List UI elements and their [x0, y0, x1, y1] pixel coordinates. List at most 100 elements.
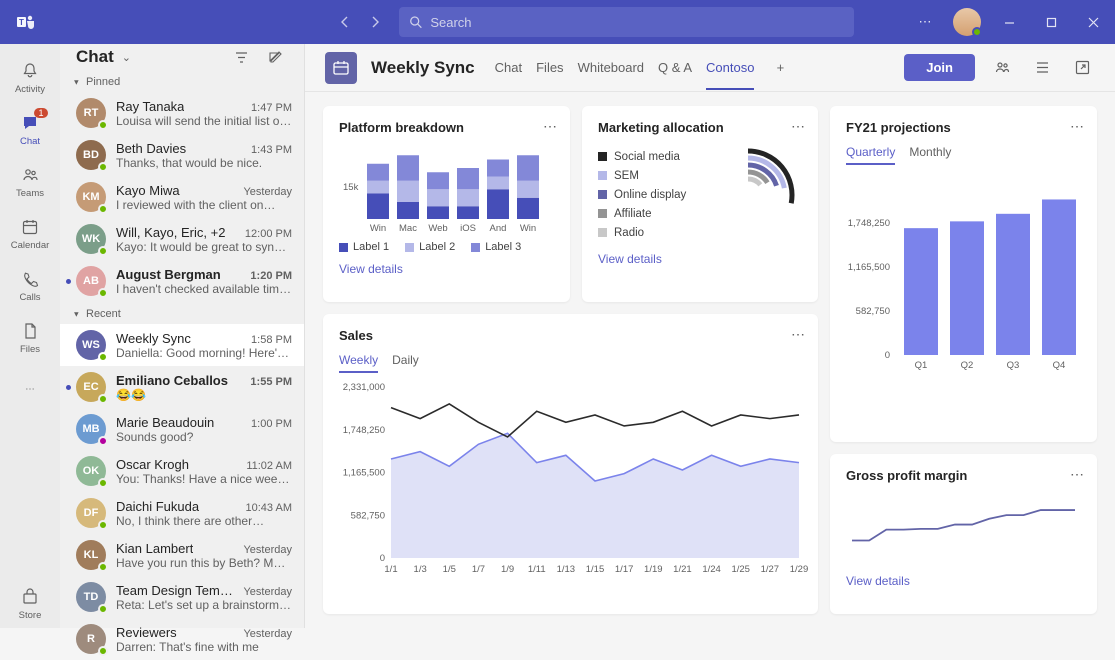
view-details-link[interactable]: View details	[598, 252, 662, 266]
search-input[interactable]	[430, 15, 844, 30]
chat-preview: Reta: Let's set up a brainstorm…	[116, 598, 292, 612]
avatar: R	[76, 624, 106, 654]
legend-item: SEM	[598, 170, 686, 182]
participants-button[interactable]	[989, 55, 1015, 81]
chat-time: 11:02 AM	[246, 460, 292, 472]
chat-time: Yesterday	[243, 628, 292, 640]
maximize-button[interactable]	[1037, 8, 1065, 36]
bell-icon	[19, 60, 41, 82]
section-pinned[interactable]: Pinned	[60, 70, 304, 92]
svg-text:1/15: 1/15	[586, 564, 605, 575]
gross-chart	[846, 493, 1081, 563]
chat-item[interactable]: DF Daichi Fukuda10:43 AM No, I think the…	[60, 492, 304, 534]
rail-files[interactable]: Files	[2, 312, 58, 362]
projections-chart: 0582,7501,165,5001,748,250Q1Q2Q3Q4	[846, 173, 1081, 373]
legend-item: Label 1	[339, 241, 389, 253]
svg-text:582,750: 582,750	[351, 510, 385, 521]
chat-list-header: Chat ⌄	[60, 44, 304, 70]
view-details-link[interactable]: View details	[846, 574, 910, 588]
rail-calendar[interactable]: Calendar	[2, 208, 58, 258]
chat-time: 1:58 PM	[251, 334, 292, 346]
chat-item[interactable]: R ReviewersYesterday Darren: That's fine…	[60, 618, 304, 660]
meeting-details-button[interactable]	[1029, 55, 1055, 81]
view-details-link[interactable]: View details	[339, 262, 403, 276]
tab-whiteboard[interactable]: Whiteboard	[578, 60, 644, 75]
card-more-button[interactable]: ⋯	[543, 118, 558, 135]
global-search[interactable]	[399, 7, 854, 37]
join-button[interactable]: Join	[904, 54, 975, 81]
chat-item[interactable]: KL Kian LambertYesterday Have you run th…	[60, 534, 304, 576]
rail-chat[interactable]: 1 Chat	[2, 104, 58, 154]
add-tab-button[interactable]: +	[768, 56, 792, 80]
tab-monthly[interactable]: Monthly	[909, 145, 951, 165]
chat-item[interactable]: TD Team Design TemplateYesterday Reta: L…	[60, 576, 304, 618]
svg-text:iOS: iOS	[460, 223, 476, 234]
svg-text:1,748,250: 1,748,250	[343, 425, 385, 436]
svg-text:Win: Win	[370, 223, 386, 234]
chat-item[interactable]: WK Will, Kayo, Eric, +212:00 PM Kayo: It…	[60, 218, 304, 260]
more-options-button[interactable]: ⋯	[911, 8, 939, 36]
chat-item[interactable]: EC Emiliano Ceballos1:55 PM 😂😂	[60, 366, 304, 408]
chat-item[interactable]: MB Marie Beaudouin1:00 PM Sounds good?	[60, 408, 304, 450]
platform-legend: Label 1 Label 2 Label 3	[339, 241, 554, 253]
chat-preview: Daniella: Good morning! Here's t…	[116, 346, 292, 360]
rail-label: Files	[20, 344, 40, 355]
tab-weekly[interactable]: Weekly	[339, 353, 378, 373]
chat-name: Marie Beaudouin	[116, 415, 214, 430]
meeting-icon	[325, 52, 357, 84]
chat-item[interactable]: AB August Bergman1:20 PM I haven't check…	[60, 260, 304, 302]
card-more-button[interactable]: ⋯	[1070, 466, 1085, 483]
section-recent[interactable]: Recent	[60, 302, 304, 324]
chevron-down-icon[interactable]: ⌄	[122, 51, 131, 64]
avatar: EC	[76, 372, 106, 402]
history-nav	[333, 10, 387, 34]
new-chat-button[interactable]	[262, 44, 288, 70]
presence-icon	[98, 246, 108, 256]
rail-teams[interactable]: Teams	[2, 156, 58, 206]
tab-files[interactable]: Files	[536, 60, 563, 75]
forward-button[interactable]	[363, 10, 387, 34]
minimize-button[interactable]	[995, 8, 1023, 36]
meeting-title: Weekly Sync	[371, 58, 475, 78]
card-gross-profit: ⋯ Gross profit margin View details	[830, 454, 1097, 614]
svg-text:Mac: Mac	[399, 223, 417, 234]
svg-text:Win: Win	[520, 223, 536, 234]
chat-item[interactable]: KM Kayo MiwaYesterday I reviewed with th…	[60, 176, 304, 218]
card-more-button[interactable]: ⋯	[1070, 118, 1085, 135]
card-more-button[interactable]: ⋯	[791, 326, 806, 343]
popout-button[interactable]	[1069, 55, 1095, 81]
chat-item[interactable]: RT Ray Tanaka1:47 PM Louisa will send th…	[60, 92, 304, 134]
svg-text:1/24: 1/24	[702, 564, 721, 575]
filter-button[interactable]	[228, 44, 254, 70]
card-platform-breakdown: ⋯ Platform breakdown 15kWinMacWebiOSAndW…	[323, 106, 570, 302]
sales-chart: 0582,7501,165,5001,748,2502,331,0001/11/…	[339, 381, 809, 576]
close-button[interactable]	[1079, 8, 1107, 36]
svg-text:1/27: 1/27	[761, 564, 780, 575]
chat-preview: I haven't checked available times…	[116, 282, 292, 296]
legend-item: Online display	[598, 189, 686, 201]
svg-text:0: 0	[380, 553, 385, 564]
rail-more[interactable]: ⋯	[2, 364, 58, 414]
svg-text:1/11: 1/11	[528, 564, 546, 575]
tab-quarterly[interactable]: Quarterly	[846, 145, 895, 165]
avatar: TD	[76, 582, 106, 612]
chat-item[interactable]: OK Oscar Krogh11:02 AM You: Thanks! Have…	[60, 450, 304, 492]
chat-item[interactable]: WS Weekly Sync1:58 PM Daniella: Good mor…	[60, 324, 304, 366]
rail-activity[interactable]: Activity	[2, 52, 58, 102]
current-user-avatar[interactable]	[953, 8, 981, 36]
back-button[interactable]	[333, 10, 357, 34]
tab-daily[interactable]: Daily	[392, 353, 419, 373]
tab-qa[interactable]: Q & A	[658, 60, 692, 75]
presence-icon	[98, 204, 108, 214]
tab-contoso[interactable]: Contoso	[706, 60, 754, 75]
rail-label: Activity	[15, 84, 45, 95]
rail-store[interactable]: Store	[2, 578, 58, 628]
chat-time: 10:43 AM	[246, 502, 292, 514]
rail-calls[interactable]: Calls	[2, 260, 58, 310]
tab-chat[interactable]: Chat	[495, 60, 522, 75]
svg-text:Q3: Q3	[1007, 360, 1020, 371]
card-more-button[interactable]: ⋯	[791, 118, 806, 135]
chat-item[interactable]: BD Beth Davies1:43 PM Thanks, that would…	[60, 134, 304, 176]
svg-text:1/13: 1/13	[557, 564, 576, 575]
avatar: WS	[76, 330, 106, 360]
